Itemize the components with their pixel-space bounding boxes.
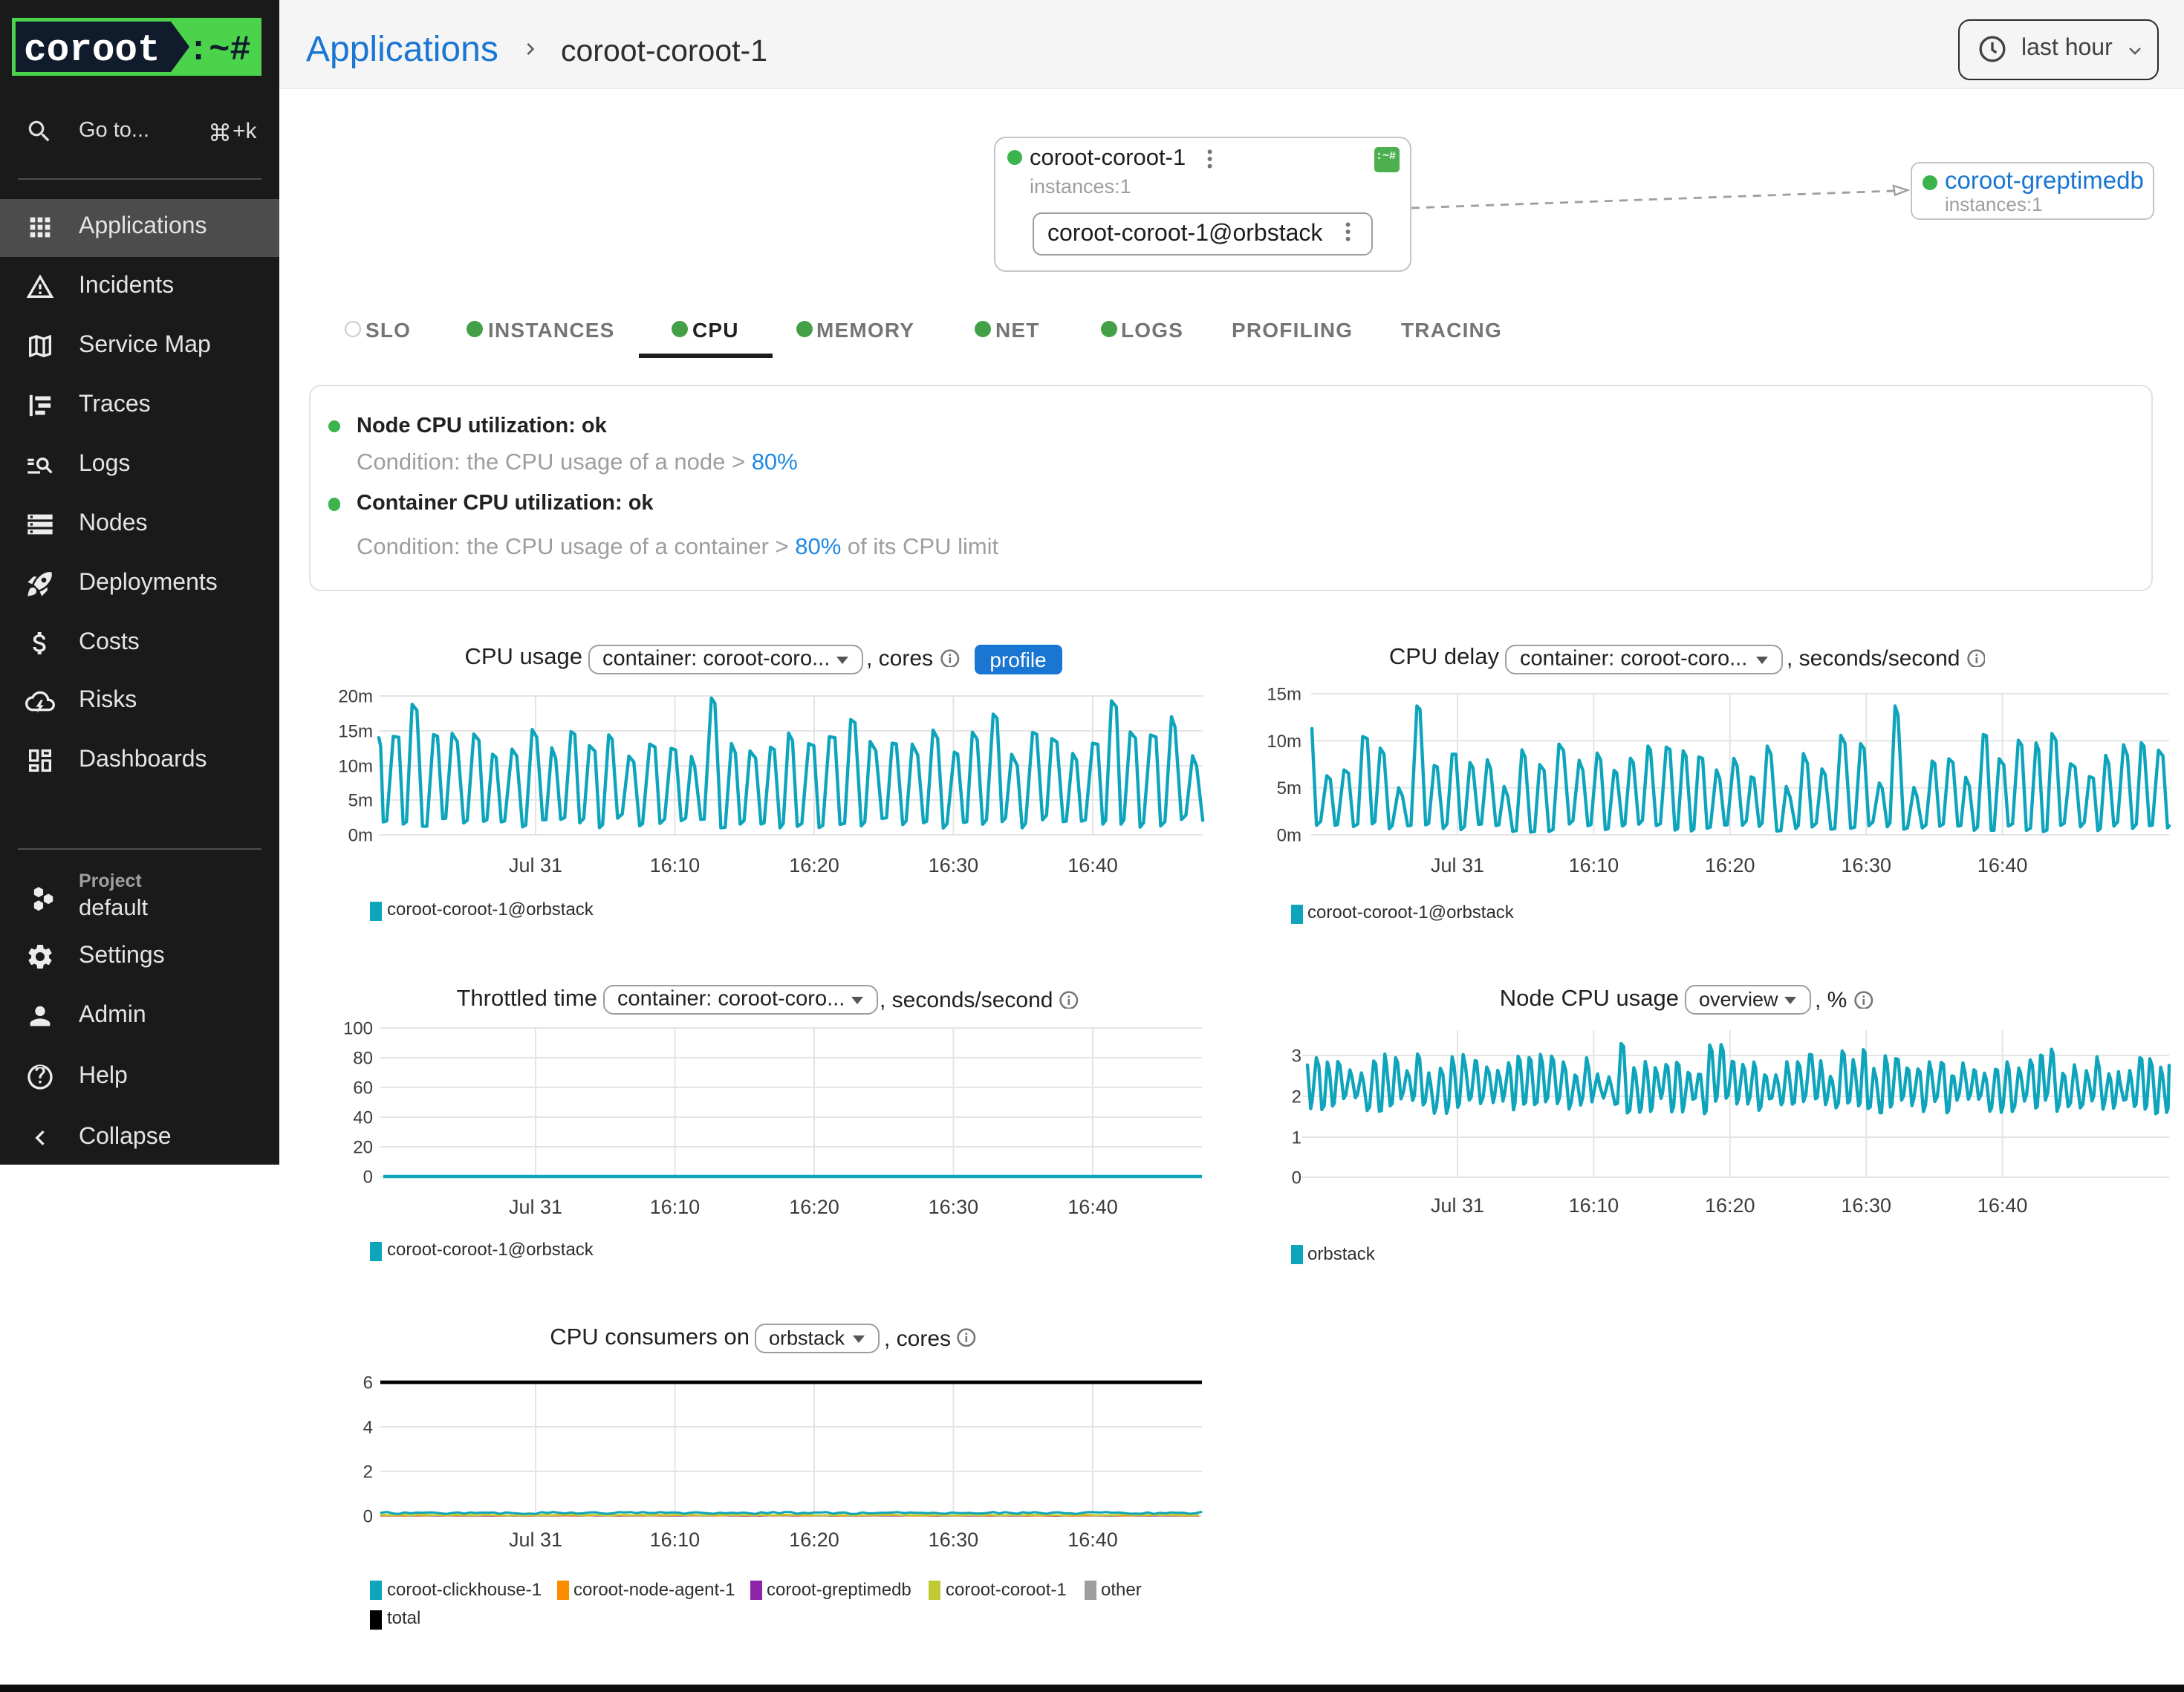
svg-text:100: 100 (343, 1018, 373, 1038)
svg-text:16:30: 16:30 (1841, 854, 1891, 876)
svg-text:16:20: 16:20 (789, 1196, 839, 1218)
svg-text:16:40: 16:40 (1067, 1529, 1118, 1551)
svg-text:16:20: 16:20 (1705, 1194, 1755, 1217)
svg-text:2: 2 (363, 1462, 373, 1482)
svg-text:Jul 31: Jul 31 (509, 1529, 562, 1551)
svg-text:16:10: 16:10 (1569, 854, 1619, 876)
svg-text:80: 80 (353, 1048, 373, 1068)
svg-text:Jul 31: Jul 31 (509, 854, 562, 876)
svg-text:16:10: 16:10 (650, 854, 701, 876)
svg-text:20m: 20m (338, 686, 373, 706)
svg-text:Jul 31: Jul 31 (509, 1196, 562, 1218)
svg-text:0: 0 (363, 1506, 373, 1526)
svg-text:0: 0 (363, 1167, 373, 1187)
svg-text:0m: 0m (348, 825, 373, 845)
svg-text:6: 6 (363, 1373, 373, 1393)
svg-text:10m: 10m (1267, 732, 1301, 752)
svg-text:5m: 5m (1277, 778, 1301, 798)
svg-text:2: 2 (1292, 1087, 1301, 1107)
svg-text:16:30: 16:30 (929, 1196, 979, 1218)
svg-text:5m: 5m (348, 790, 373, 810)
svg-text:16:10: 16:10 (1569, 1194, 1619, 1217)
svg-text:40: 40 (353, 1107, 373, 1128)
svg-text:16:10: 16:10 (650, 1196, 701, 1218)
svg-text:10m: 10m (338, 756, 373, 776)
svg-text:0m: 0m (1277, 825, 1301, 845)
svg-text:16:30: 16:30 (929, 1529, 979, 1551)
svg-text:16:30: 16:30 (929, 854, 979, 876)
svg-text:16:30: 16:30 (1841, 1194, 1891, 1217)
svg-text:3: 3 (1292, 1046, 1301, 1066)
svg-text:1: 1 (1292, 1128, 1301, 1148)
svg-text:60: 60 (353, 1078, 373, 1098)
svg-text:15m: 15m (338, 721, 373, 741)
svg-text:16:20: 16:20 (1705, 854, 1755, 876)
svg-text:16:10: 16:10 (650, 1529, 701, 1551)
svg-text::~#: :~# (188, 31, 251, 71)
svg-text:16:20: 16:20 (789, 1529, 839, 1551)
svg-text:16:40: 16:40 (1977, 854, 2028, 876)
svg-text:coroot: coroot (24, 30, 160, 72)
svg-text:0: 0 (1292, 1168, 1301, 1188)
svg-text:Jul 31: Jul 31 (1431, 1194, 1484, 1217)
svg-text:16:40: 16:40 (1067, 1196, 1118, 1218)
svg-text:Jul 31: Jul 31 (1431, 854, 1484, 876)
svg-text:4: 4 (363, 1417, 373, 1437)
svg-text:16:20: 16:20 (789, 854, 839, 876)
svg-text:15m: 15m (1267, 684, 1301, 704)
svg-text:20: 20 (353, 1137, 373, 1157)
svg-text:16:40: 16:40 (1067, 854, 1118, 876)
svg-text:16:40: 16:40 (1977, 1194, 2028, 1217)
